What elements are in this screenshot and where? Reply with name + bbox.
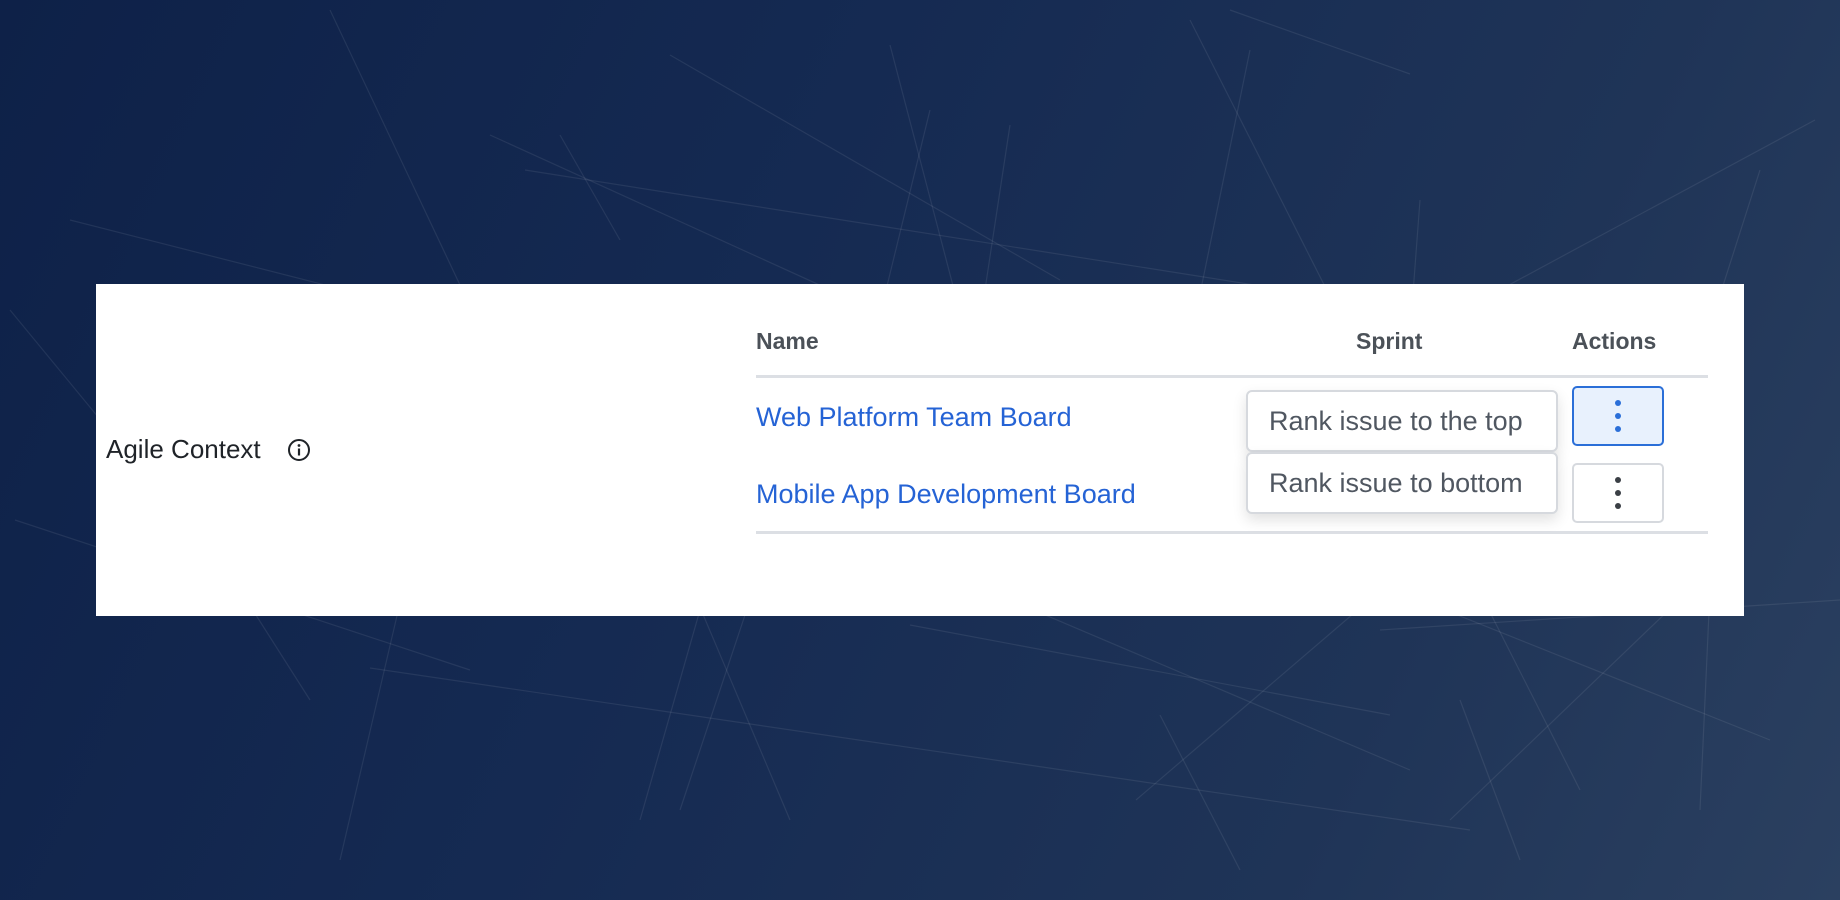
- agile-context-label: Agile Context: [106, 434, 261, 464]
- menu-item-rank-bottom[interactable]: Rank issue to bottom: [1246, 452, 1558, 514]
- row-actions-button[interactable]: [1572, 386, 1664, 446]
- more-vertical-icon: [1615, 477, 1621, 509]
- column-header-actions: Actions: [1572, 328, 1657, 354]
- board-link-web-platform[interactable]: Web Platform Team Board: [756, 402, 1072, 433]
- table-header: Name Sprint Actions: [756, 328, 1708, 378]
- info-icon[interactable]: [287, 438, 311, 462]
- row-actions-button[interactable]: [1572, 463, 1664, 523]
- menu-item-rank-top[interactable]: Rank issue to the top: [1246, 390, 1558, 452]
- table-body: Web Platform Team Board Mobile App Devel…: [756, 378, 1708, 534]
- column-header-name: Name: [756, 328, 819, 354]
- field-label-row: Agile Context: [106, 434, 311, 465]
- row-actions-menu: Rank issue to the top Rank issue to bott…: [1246, 390, 1558, 514]
- more-vertical-icon: [1615, 400, 1621, 432]
- boards-table: Name Sprint Actions Web Platform Team Bo…: [756, 328, 1708, 534]
- board-link-mobile-app[interactable]: Mobile App Development Board: [756, 479, 1136, 510]
- column-header-sprint: Sprint: [1356, 328, 1423, 354]
